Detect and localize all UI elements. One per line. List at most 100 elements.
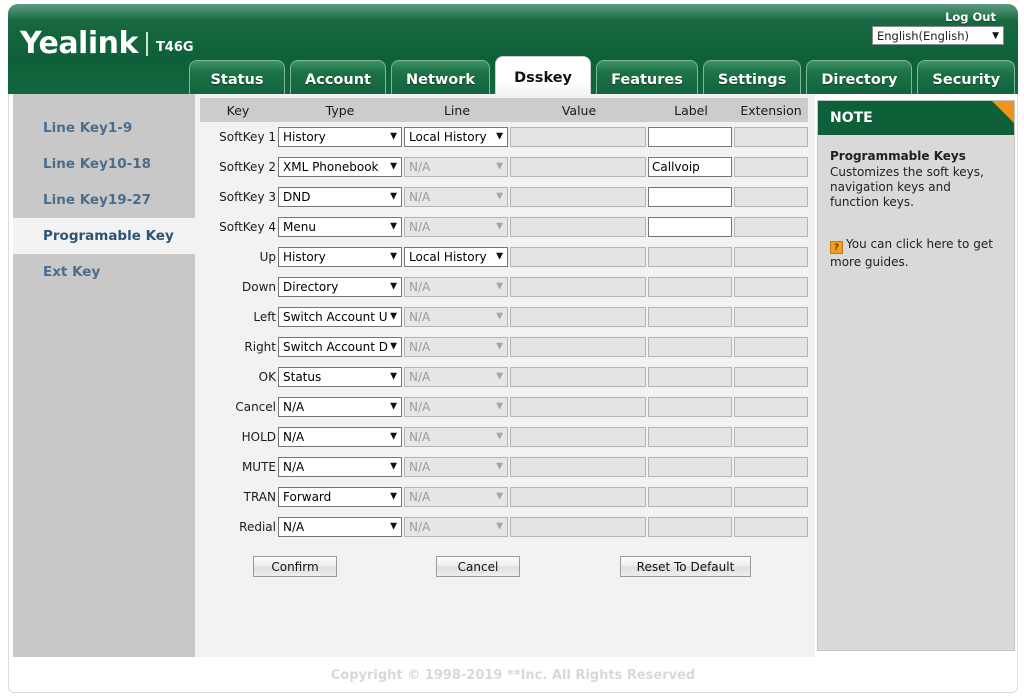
- type-select[interactable]: History ▼: [278, 127, 402, 147]
- type-select[interactable]: N/A ▼: [278, 397, 402, 417]
- line-select: N/A ▼: [404, 337, 508, 357]
- tab-settings[interactable]: Settings: [702, 60, 802, 94]
- chevron-down-icon: ▼: [496, 131, 503, 142]
- extension-input: [734, 217, 808, 237]
- label-input[interactable]: [648, 127, 732, 147]
- line-select[interactable]: Local History ▼: [404, 127, 508, 147]
- chevron-down-icon: ▼: [390, 491, 397, 502]
- extension-input: [734, 457, 808, 477]
- type-select-value: Switch Account U: [283, 310, 388, 324]
- language-select[interactable]: English(English) ▼: [872, 26, 1004, 45]
- extension-input: [734, 487, 808, 507]
- app-header: Yealink T46G Log Out English(English) ▼ S…: [8, 4, 1018, 94]
- chevron-down-icon: ▼: [390, 371, 397, 382]
- label-input: [648, 397, 732, 417]
- type-select[interactable]: Menu ▼: [278, 217, 402, 237]
- sidebar-item-programable-key[interactable]: Programable Key: [13, 218, 195, 254]
- sidebar-item-line-key19-27[interactable]: Line Key19-27: [13, 182, 195, 218]
- type-select[interactable]: N/A ▼: [278, 517, 402, 537]
- line-select-value: Local History: [409, 250, 487, 264]
- type-select[interactable]: Status ▼: [278, 367, 402, 387]
- line-select: N/A ▼: [404, 397, 508, 417]
- value-input: [510, 307, 646, 327]
- tab-network[interactable]: Network: [391, 60, 491, 94]
- type-select[interactable]: N/A ▼: [278, 457, 402, 477]
- chevron-down-icon: ▼: [496, 281, 503, 292]
- type-select[interactable]: Forward ▼: [278, 487, 402, 507]
- type-select[interactable]: XML Phonebook ▼: [278, 157, 402, 177]
- logout-link[interactable]: Log Out: [945, 10, 996, 24]
- line-select-value: N/A: [409, 490, 431, 504]
- main-content: Key Type Line Value Label Extension Soft…: [195, 94, 815, 657]
- type-select-value: XML Phonebook: [283, 160, 379, 174]
- extension-input: [734, 127, 808, 147]
- note-panel-header: NOTE: [818, 101, 1014, 135]
- note-panel-body: Programmable Keys Customizes the soft ke…: [818, 135, 1014, 270]
- line-select-value: N/A: [409, 340, 431, 354]
- row-key-label: Up: [259, 250, 276, 264]
- chevron-down-icon: ▼: [496, 221, 503, 232]
- column-header-key: Key: [200, 98, 276, 122]
- table-row: Down Directory ▼ N/A ▼: [200, 272, 808, 302]
- line-select: N/A ▼: [404, 307, 508, 327]
- chevron-down-icon: ▼: [496, 371, 503, 382]
- value-input: [510, 427, 646, 447]
- type-select[interactable]: Switch Account U ▼: [278, 307, 402, 327]
- sidebar-item-ext-key[interactable]: Ext Key: [13, 254, 195, 290]
- label-input[interactable]: [648, 217, 732, 237]
- tab-security[interactable]: Security: [917, 60, 1016, 94]
- line-select-value: N/A: [409, 190, 431, 204]
- help-question-icon[interactable]: ?: [830, 241, 843, 254]
- chevron-down-icon: ▼: [390, 401, 397, 412]
- extension-input: [734, 157, 808, 177]
- reset-to-default-button[interactable]: Reset To Default: [620, 556, 751, 577]
- row-key-label: Redial: [239, 520, 276, 534]
- more-guides-link[interactable]: You can click here to get more guides.: [830, 237, 993, 269]
- extension-input: [734, 337, 808, 357]
- label-input: [648, 247, 732, 267]
- line-select: N/A ▼: [404, 157, 508, 177]
- corner-fold-icon: [992, 101, 1014, 123]
- table-row: Right Switch Account D ▼ N/A ▼: [200, 332, 808, 362]
- label-input: [648, 487, 732, 507]
- tab-features[interactable]: Features: [596, 60, 698, 94]
- type-select[interactable]: Directory ▼: [278, 277, 402, 297]
- line-select-value: N/A: [409, 370, 431, 384]
- chevron-down-icon: ▼: [496, 191, 503, 202]
- table-row: HOLD N/A ▼ N/A ▼: [200, 422, 808, 452]
- chevron-down-icon: ▼: [390, 431, 397, 442]
- line-select-value: N/A: [409, 160, 431, 174]
- type-select[interactable]: Switch Account D ▼: [278, 337, 402, 357]
- line-select: N/A ▼: [404, 277, 508, 297]
- cancel-button[interactable]: Cancel: [436, 556, 520, 577]
- label-input: [648, 457, 732, 477]
- table-row: TRAN Forward ▼ N/A ▼: [200, 482, 808, 512]
- label-input[interactable]: [648, 187, 732, 207]
- value-input: [510, 217, 646, 237]
- value-input: [510, 127, 646, 147]
- tab-dsskey[interactable]: Dsskey: [495, 56, 592, 94]
- type-select-value: Directory: [283, 280, 339, 294]
- note-heading: Programmable Keys: [830, 149, 966, 163]
- type-select[interactable]: History ▼: [278, 247, 402, 267]
- line-select: N/A ▼: [404, 427, 508, 447]
- sidebar-item-line-key10-18[interactable]: Line Key10-18: [13, 146, 195, 182]
- type-select[interactable]: N/A ▼: [278, 427, 402, 447]
- table-row: SoftKey 2 XML Phonebook ▼ N/A ▼ Callvoip: [200, 152, 808, 182]
- type-select[interactable]: DND ▼: [278, 187, 402, 207]
- extension-input: [734, 307, 808, 327]
- column-header-type: Type: [276, 98, 404, 122]
- line-select[interactable]: Local History ▼: [404, 247, 508, 267]
- chevron-down-icon: ▼: [390, 131, 397, 142]
- table-row: Up History ▼ Local History ▼: [200, 242, 808, 272]
- type-select-value: Forward: [283, 490, 332, 504]
- tab-status[interactable]: Status: [189, 60, 285, 94]
- label-input[interactable]: Callvoip: [648, 157, 732, 177]
- chevron-down-icon: ▼: [496, 461, 503, 472]
- tab-directory[interactable]: Directory: [806, 60, 913, 94]
- tab-account[interactable]: Account: [290, 60, 386, 94]
- value-input: [510, 277, 646, 297]
- sidebar-item-line-key1-9[interactable]: Line Key1-9: [13, 110, 195, 146]
- row-key-label: SoftKey 2: [219, 160, 276, 174]
- confirm-button[interactable]: Confirm: [253, 556, 337, 577]
